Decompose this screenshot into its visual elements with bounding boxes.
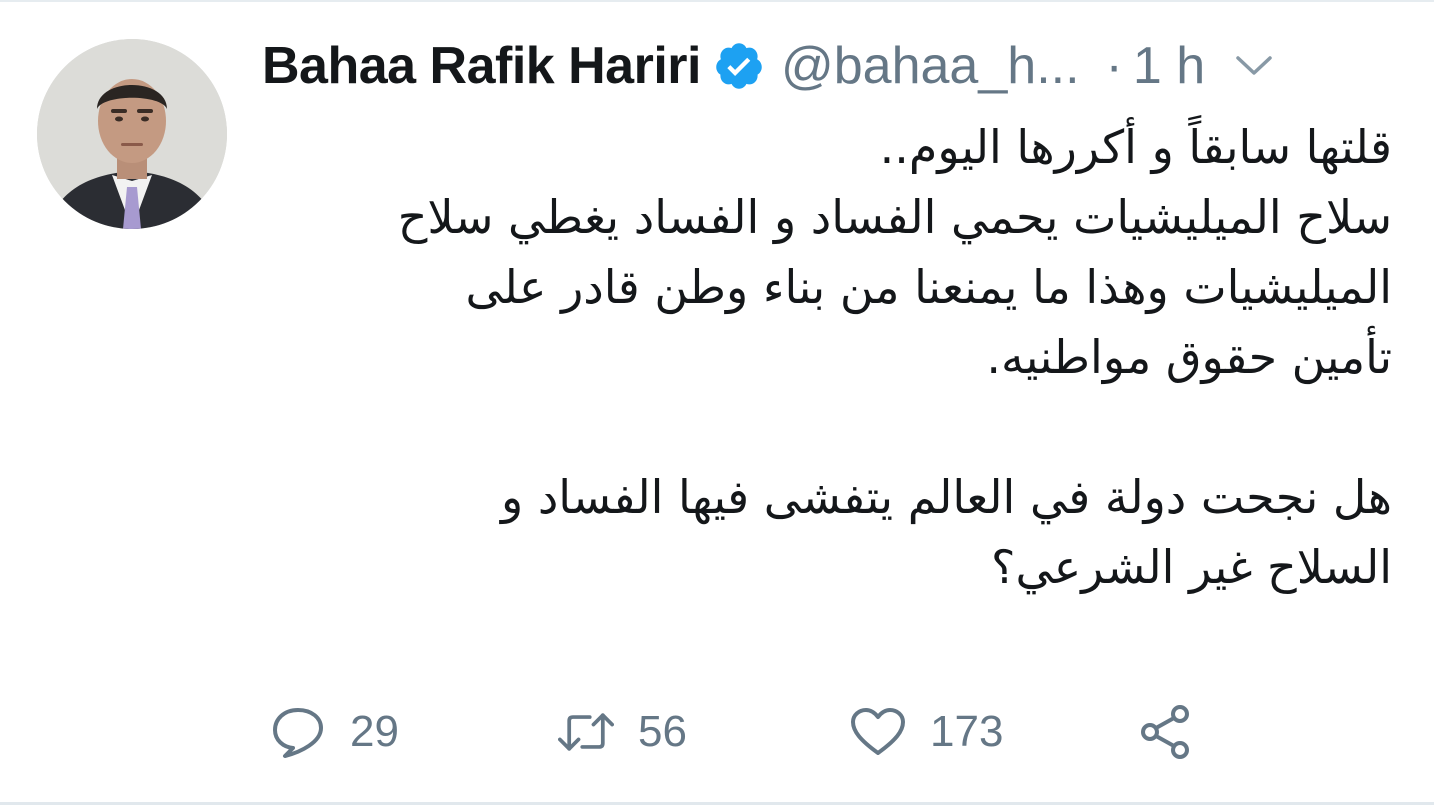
avatar[interactable] [37,39,227,229]
retweet-count: 56 [638,707,687,756]
tweet-text-line: هل نجحت دولة في العالم يتفشى فيها الفساد… [500,470,1392,524]
tweet-text-line: الميليشيات وهذا ما يمنعنا من بناء وطن قا… [465,260,1392,314]
heart-icon [850,704,906,760]
top-divider [0,0,1434,2]
display-name[interactable]: Bahaa Rafik Hariri [262,36,701,96]
retweet-icon [558,704,614,760]
avatar-image [37,39,227,229]
tweet-actions: 29 56 173 [262,700,1262,764]
verified-badge-icon [713,40,765,92]
reply-count: 29 [350,707,399,756]
tweet-text-line: قلتها سابقاً و أكررها اليوم.. [879,120,1392,174]
chevron-down-icon[interactable] [1231,43,1277,89]
share-icon [1138,704,1194,760]
tweet-text-line: تأمين حقوق مواطنيه. [986,330,1392,384]
tweet-text-line: السلاح غير الشرعي؟ [991,540,1392,594]
like-count: 173 [930,707,1004,756]
separator-dot: · [1105,37,1123,95]
share-button[interactable] [1138,700,1194,764]
tweet-text: قلتها سابقاً و أكررها اليوم.. سلاح الميل… [262,112,1392,602]
reply-icon [270,704,326,760]
tweet-header: Bahaa Rafik Hariri @bahaa_h... · 1 h [262,30,1394,102]
reply-button[interactable]: 29 [270,700,399,764]
tweet-text-line: سلاح الميليشيات يحمي الفساد و الفساد يغط… [397,190,1392,244]
author-handle[interactable]: @bahaa_h... [781,36,1080,96]
tweet-timestamp[interactable]: 1 h [1133,36,1205,96]
retweet-button[interactable]: 56 [558,700,687,764]
like-button[interactable]: 173 [850,700,1003,764]
